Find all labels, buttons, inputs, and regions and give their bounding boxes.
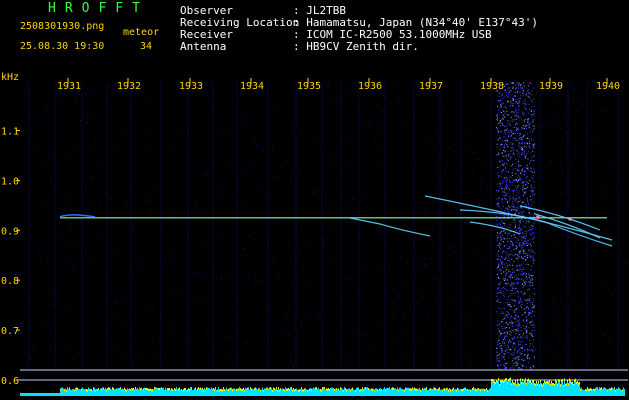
noise-streak bbox=[460, 82, 462, 370]
y-tick-label: 0.8 bbox=[1, 276, 19, 287]
noise-streak bbox=[187, 82, 189, 370]
x-tick-label: 1939 bbox=[539, 81, 563, 92]
noise-field bbox=[20, 82, 629, 371]
meteor-head bbox=[568, 217, 572, 221]
spectrogram-plot: 1.1 1.0 0.9 0.8 0.7 0.6 1931 1932 1933 1934 1935 19… bbox=[1, 78, 629, 396]
x-tick-label: 1936 bbox=[358, 81, 382, 92]
x-tick-label: 1940 bbox=[596, 81, 620, 92]
x-tick-label: 1934 bbox=[240, 81, 264, 92]
noise-streak bbox=[358, 82, 360, 370]
x-tick-label: 1935 bbox=[297, 81, 321, 92]
x-tick-label: 1933 bbox=[179, 81, 203, 92]
noise-streak bbox=[236, 82, 238, 370]
noise-streak bbox=[106, 82, 108, 370]
noise-streak bbox=[321, 82, 323, 370]
noise-streak bbox=[340, 82, 342, 370]
noise-streak bbox=[160, 82, 162, 370]
noise-streak bbox=[28, 82, 30, 370]
noise-streak bbox=[439, 82, 441, 370]
noise-streak bbox=[518, 82, 520, 370]
noise-streak bbox=[267, 82, 269, 370]
meteor-trace bbox=[459, 209, 613, 247]
y-tick-label: 0.7 bbox=[1, 326, 19, 337]
noise-streak bbox=[567, 82, 569, 370]
meteor-trace bbox=[469, 221, 521, 235]
y-tick-label: 0.9 bbox=[1, 226, 19, 237]
noise-streak bbox=[81, 82, 83, 370]
y-tick-label: 0.6 bbox=[1, 376, 19, 387]
meteor-trace bbox=[349, 217, 431, 237]
noise-streak bbox=[586, 82, 588, 370]
x-tick-label: 1932 bbox=[117, 81, 141, 92]
noise-burst bbox=[496, 82, 535, 371]
noise-streak bbox=[130, 82, 132, 370]
y-tick-label: 1.0 bbox=[1, 176, 19, 187]
level-bar bbox=[20, 393, 60, 396]
x-tick-label: 1931 bbox=[57, 81, 81, 92]
noise-streak bbox=[295, 82, 297, 370]
x-tick-label: 1937 bbox=[419, 81, 443, 92]
noise-streak bbox=[539, 82, 541, 370]
noise-streak bbox=[617, 82, 619, 370]
meteor-head bbox=[536, 215, 540, 219]
noise-streak bbox=[413, 82, 415, 370]
x-tick-label: 1938 bbox=[480, 81, 504, 92]
y-unit-label: kHz bbox=[1, 72, 20, 83]
noise-streak bbox=[54, 82, 56, 370]
y-tick-label: 1.1 bbox=[1, 127, 19, 138]
carrier-start-trace bbox=[59, 214, 96, 218]
noise-streak bbox=[212, 82, 214, 370]
